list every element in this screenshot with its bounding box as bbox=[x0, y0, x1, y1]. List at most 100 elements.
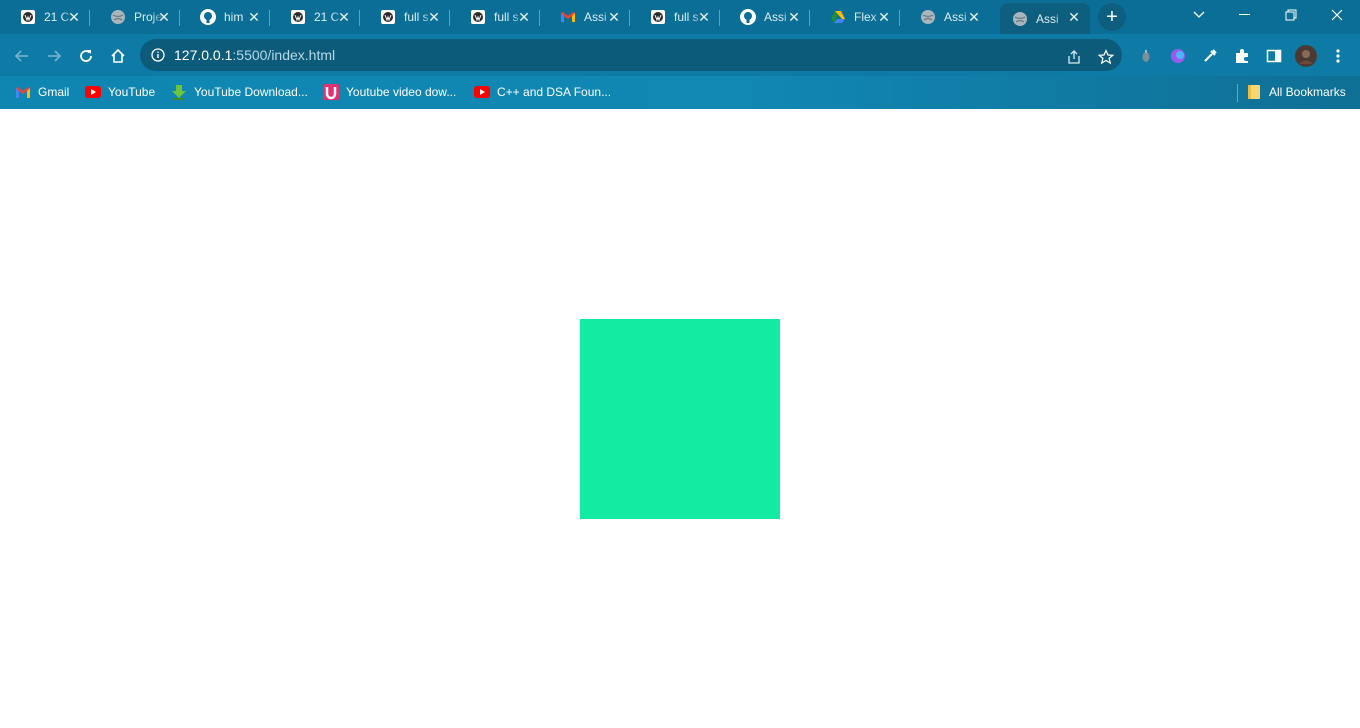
bookmark-youtube[interactable]: YouTube bbox=[85, 82, 155, 102]
tab-1[interactable]: 21 C ✕ bbox=[0, 3, 90, 31]
side-panel-button[interactable] bbox=[1263, 45, 1285, 67]
site-icon bbox=[20, 9, 36, 25]
youtube-icon bbox=[85, 84, 101, 100]
globe-icon bbox=[1012, 11, 1028, 27]
back-button[interactable] bbox=[8, 42, 36, 70]
avatar-icon bbox=[1295, 45, 1317, 67]
globe-icon bbox=[920, 9, 936, 25]
bookmark-label: YouTube bbox=[108, 85, 156, 99]
tab-strip: 21 C ✕ Proje ✕ him ✕ 21 C ✕ full s ✕ ful… bbox=[0, 0, 1360, 34]
site-icon bbox=[470, 9, 486, 25]
star-icon bbox=[1098, 49, 1114, 65]
reload-button[interactable] bbox=[72, 42, 100, 70]
drive-icon bbox=[830, 9, 846, 25]
extension-button-2[interactable] bbox=[1167, 45, 1189, 67]
bookmark-youtube-video-download[interactable]: Youtube video dow... bbox=[323, 82, 456, 102]
eyedropper-icon bbox=[1204, 49, 1217, 62]
bookmark-label: Youtube video dow... bbox=[346, 85, 457, 99]
close-icon bbox=[1331, 9, 1343, 21]
tab-3[interactable]: him ✕ bbox=[180, 3, 270, 31]
tab-search-button[interactable] bbox=[1176, 0, 1222, 30]
tab-5[interactable]: full s ✕ bbox=[360, 3, 450, 31]
home-button[interactable] bbox=[104, 42, 132, 70]
close-icon[interactable]: ✕ bbox=[156, 9, 172, 25]
close-icon[interactable]: ✕ bbox=[786, 9, 802, 25]
close-icon[interactable]: ✕ bbox=[1066, 9, 1082, 25]
close-icon[interactable]: ✕ bbox=[606, 9, 622, 25]
close-icon[interactable]: ✕ bbox=[246, 9, 262, 25]
gmail-icon bbox=[15, 84, 31, 100]
close-icon[interactable]: ✕ bbox=[696, 9, 712, 25]
extension-icon bbox=[1142, 50, 1150, 62]
extension-button-1[interactable] bbox=[1135, 45, 1157, 67]
site-icon bbox=[380, 9, 396, 25]
bookmark-label: YouTube Download... bbox=[194, 85, 308, 99]
tab-6[interactable]: full s ✕ bbox=[450, 3, 540, 31]
folder-icon bbox=[1246, 84, 1262, 100]
youtube-icon bbox=[474, 84, 490, 100]
eyedropper-button[interactable] bbox=[1199, 45, 1221, 67]
all-bookmarks-label: All Bookmarks bbox=[1269, 85, 1346, 99]
bookmark-star-button[interactable] bbox=[1096, 47, 1116, 67]
close-icon[interactable]: ✕ bbox=[66, 9, 82, 25]
tab-2[interactable]: Proje ✕ bbox=[90, 3, 180, 31]
download-icon bbox=[171, 84, 187, 100]
site-icon bbox=[290, 9, 306, 25]
share-icon bbox=[1068, 50, 1080, 64]
address-bar[interactable]: 127.0.0.1:5500/index.html bbox=[140, 39, 1122, 71]
kebab-menu-icon bbox=[1336, 49, 1340, 63]
chevron-down-icon bbox=[1193, 11, 1205, 18]
home-icon bbox=[111, 48, 125, 63]
minimize-icon bbox=[1239, 14, 1250, 15]
bookmark-cpp-dsa[interactable]: C++ and DSA Foun... bbox=[474, 82, 611, 102]
gmail-icon bbox=[560, 9, 576, 25]
tab-4[interactable]: 21 C ✕ bbox=[270, 3, 360, 31]
close-icon[interactable]: ✕ bbox=[966, 9, 982, 25]
globe-icon bbox=[110, 9, 126, 25]
arrow-left-icon bbox=[14, 50, 28, 62]
restore-button[interactable] bbox=[1268, 0, 1314, 30]
green-box bbox=[580, 319, 780, 519]
bookmark-gmail[interactable]: Gmail bbox=[15, 82, 69, 102]
extension-icon bbox=[1171, 49, 1185, 63]
puzzle-icon bbox=[1236, 49, 1248, 63]
forward-button[interactable] bbox=[40, 42, 68, 70]
close-icon[interactable]: ✕ bbox=[876, 9, 892, 25]
close-icon[interactable]: ✕ bbox=[336, 9, 352, 25]
restore-icon bbox=[1285, 9, 1297, 21]
browser-toolbar: 127.0.0.1:5500/index.html bbox=[0, 34, 1360, 76]
all-bookmarks-button[interactable]: All Bookmarks bbox=[1246, 82, 1346, 102]
plus-icon: + bbox=[1106, 5, 1118, 28]
tab-8[interactable]: full s ✕ bbox=[630, 3, 720, 31]
tab-9[interactable]: Assi ✕ bbox=[720, 3, 810, 31]
github-icon bbox=[200, 9, 216, 25]
tab-7[interactable]: Assi ✕ bbox=[540, 3, 630, 31]
side-panel-icon bbox=[1266, 49, 1282, 63]
url-path: :5500/index.html bbox=[232, 47, 336, 63]
bookmark-youtube-download[interactable]: YouTube Download... bbox=[171, 82, 308, 102]
url-host: 127.0.0.1 bbox=[174, 47, 233, 63]
menu-button[interactable] bbox=[1327, 45, 1349, 67]
bookmarks-divider bbox=[1237, 84, 1238, 102]
info-icon[interactable] bbox=[150, 47, 166, 63]
tab-12-active[interactable]: Assi ✕ bbox=[1000, 3, 1090, 34]
close-window-button[interactable] bbox=[1314, 0, 1360, 30]
bookmark-label: C++ and DSA Foun... bbox=[497, 85, 612, 99]
tab-11[interactable]: Assi ✕ bbox=[900, 3, 990, 31]
u-icon bbox=[323, 84, 339, 100]
close-icon[interactable]: ✕ bbox=[516, 9, 532, 25]
extensions-button[interactable] bbox=[1231, 45, 1253, 67]
tab-10[interactable]: Flex ✕ bbox=[810, 3, 900, 31]
profile-avatar[interactable] bbox=[1295, 45, 1317, 67]
reload-icon bbox=[80, 50, 92, 62]
bookmarks-bar: Gmail YouTube YouTube Download... Youtub… bbox=[0, 76, 1360, 109]
site-icon bbox=[650, 9, 666, 25]
arrow-right-icon bbox=[48, 50, 62, 62]
github-icon bbox=[740, 9, 756, 25]
share-button[interactable] bbox=[1064, 47, 1084, 67]
page-viewport bbox=[0, 109, 1360, 728]
url-text[interactable]: 127.0.0.1:5500/index.html bbox=[174, 47, 335, 63]
minimize-button[interactable] bbox=[1222, 0, 1268, 30]
close-icon[interactable]: ✕ bbox=[426, 9, 442, 25]
new-tab-button[interactable]: + bbox=[1098, 3, 1126, 31]
